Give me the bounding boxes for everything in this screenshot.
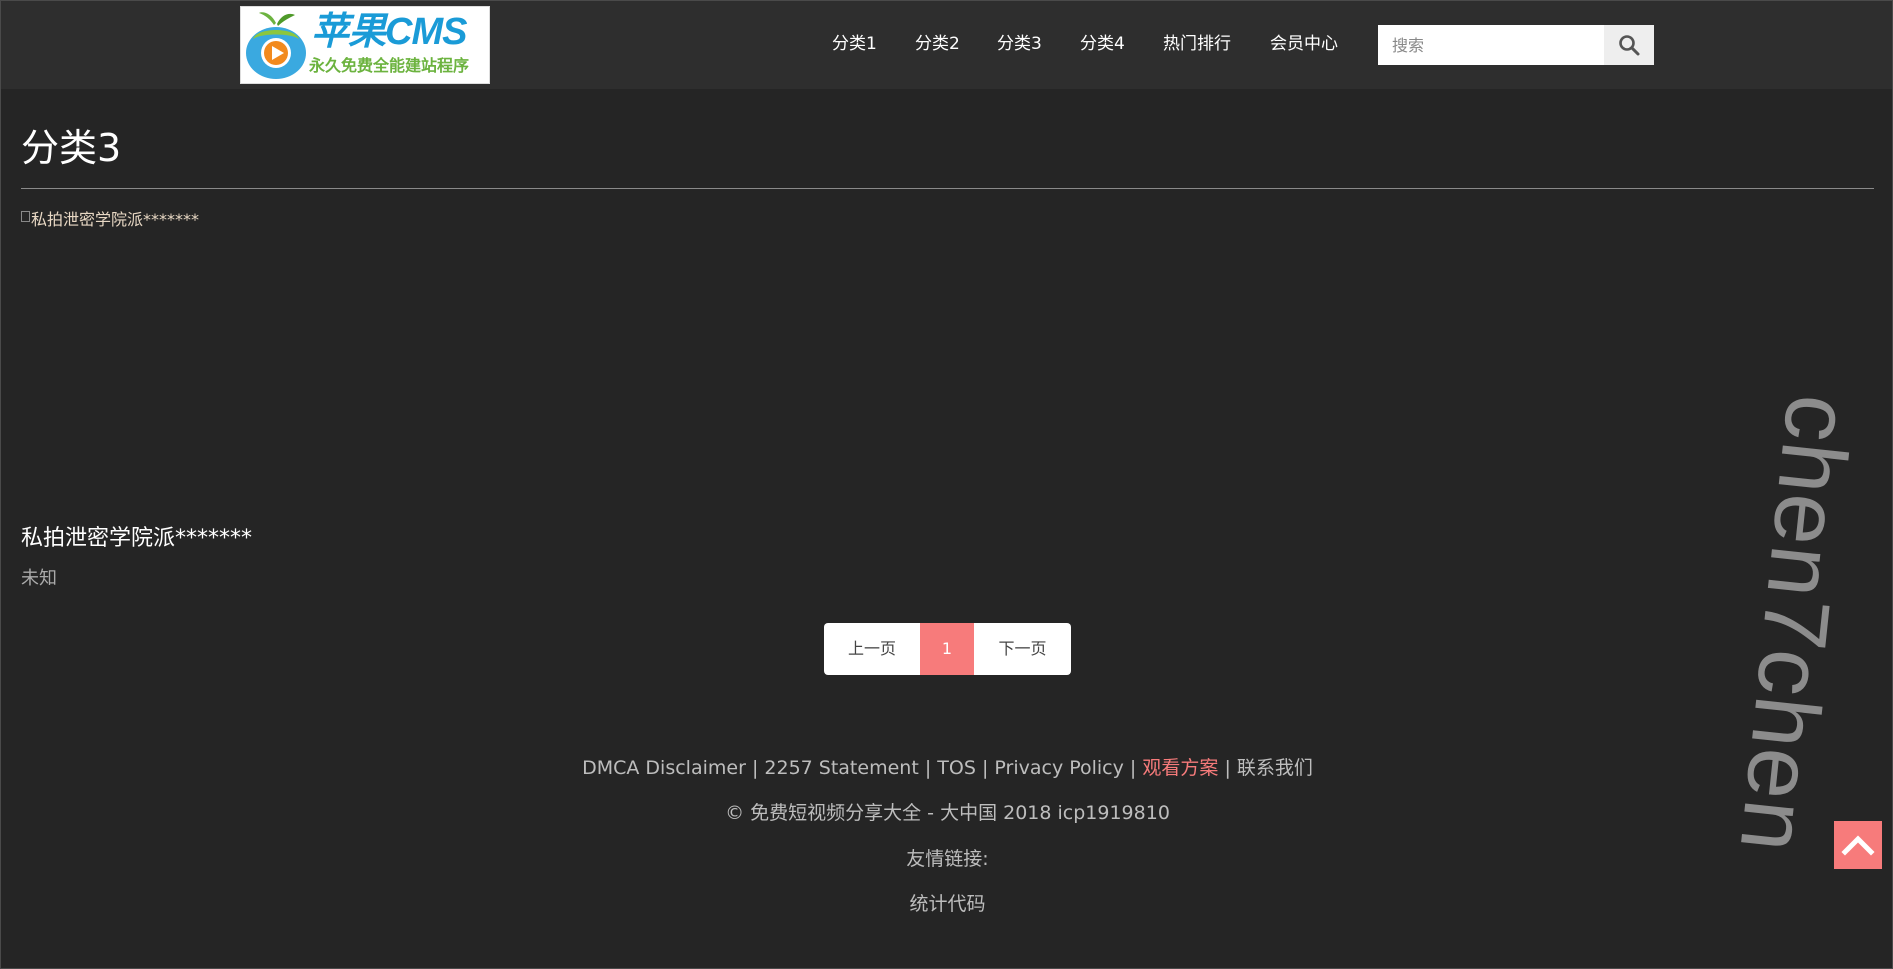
top-navbar: 苹果CMS 永久免费全能建站程序 分类1 分类2 分类3 分类4 热门排行 会员… xyxy=(1,1,1892,89)
broken-image-icon xyxy=(21,211,30,222)
footer-separator: | xyxy=(1129,757,1137,779)
nav-item-member-center[interactable]: 会员中心 xyxy=(1270,31,1338,57)
nav-item-category-1[interactable]: 分类1 xyxy=(832,31,877,57)
search-button[interactable] xyxy=(1604,25,1654,65)
footer-link-dmca[interactable]: DMCA Disclaimer xyxy=(582,757,746,779)
footer-link-2257[interactable]: 2257 Statement xyxy=(764,757,918,779)
nav-item-hot-ranking[interactable]: 热门排行 xyxy=(1163,31,1231,57)
footer-separator: | xyxy=(924,757,932,779)
pagination: 上一页 1 下一页 xyxy=(824,623,1071,675)
footer-separator: | xyxy=(751,757,759,779)
chevron-up-icon xyxy=(1841,835,1875,856)
footer-friend-links: 友情链接: xyxy=(906,848,989,870)
footer-separator: | xyxy=(981,757,989,779)
footer-separator: | xyxy=(1224,757,1231,779)
current-page[interactable]: 1 xyxy=(920,623,974,675)
search-icon xyxy=(1619,35,1640,56)
watermark-text: chen7chen xyxy=(1720,390,1871,858)
nav-item-category-4[interactable]: 分类4 xyxy=(1080,31,1125,57)
video-meta: 未知 xyxy=(21,568,57,589)
next-page-button[interactable]: 下一页 xyxy=(974,623,1071,675)
search-input[interactable] xyxy=(1378,25,1604,65)
back-to-top-button[interactable] xyxy=(1834,821,1882,869)
watermark: chen7chen xyxy=(1706,390,1871,961)
nav-item-category-3[interactable]: 分类3 xyxy=(997,31,1042,57)
page-title: 分类3 xyxy=(21,126,122,170)
search-form xyxy=(1378,25,1654,65)
thumbnail-alt-text: 私拍泄密学院派******* xyxy=(31,210,200,229)
footer-links: DMCA Disclaimer | 2257 Statement | TOS |… xyxy=(1,753,1893,783)
footer-stats: 统计代码 xyxy=(909,893,986,915)
nav-item-category-2[interactable]: 分类2 xyxy=(915,31,960,57)
title-divider xyxy=(21,188,1874,189)
footer-link-tos[interactable]: TOS xyxy=(937,757,976,779)
footer-link-viewing-plan[interactable]: 观看方案 xyxy=(1142,757,1218,779)
prev-page-button[interactable]: 上一页 xyxy=(824,623,920,675)
footer-link-contact[interactable]: 联系我们 xyxy=(1237,757,1313,779)
footer-link-privacy[interactable]: Privacy Policy xyxy=(994,757,1123,779)
video-thumbnail[interactable]: 私拍泄密学院派******* xyxy=(21,206,421,516)
video-title-link[interactable]: 私拍泄密学院派******* xyxy=(21,523,252,555)
footer-copyright: © 免费短视频分享大全 - 大中国 2018 icp1919810 xyxy=(725,802,1170,824)
